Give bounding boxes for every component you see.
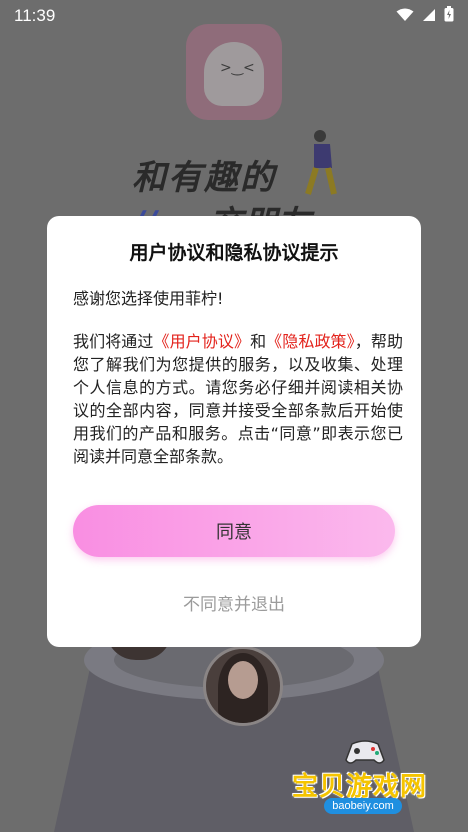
status-bar: 11:39 [0, 0, 468, 32]
privacy-policy-link[interactable]: 《隐私政策》 [266, 332, 355, 351]
privacy-dialog: 用户协议和隐私协议提示 感谢您选择使用菲柠! 我们将通过《用户协议》和《隐私政策… [47, 216, 421, 647]
watermark: 宝贝游戏网 baobeiy.com [292, 738, 442, 822]
signal-icon [422, 7, 436, 26]
status-icons [396, 6, 454, 26]
dialog-title: 用户协议和隐私协议提示 [129, 242, 339, 264]
app-logo: >‿< [186, 24, 282, 120]
gamepad-icon [345, 740, 385, 764]
disagree-exit-button[interactable]: 不同意并退出 [47, 590, 421, 615]
watermark-url: baobeiy.com [324, 798, 402, 814]
user-agreement-link[interactable]: 《用户协议》 [153, 332, 250, 351]
avatar [203, 646, 283, 726]
wifi-icon [396, 7, 414, 26]
battery-icon [444, 6, 454, 26]
agree-button[interactable]: 同意 [73, 505, 395, 557]
running-figure-icon [305, 130, 337, 195]
mascot-face-icon: >‿< [220, 60, 255, 76]
dialog-greeting: 感谢您选择使用菲柠! [73, 289, 224, 308]
status-time: 11:39 [14, 6, 56, 25]
background-slogan: 和有趣的 [132, 158, 276, 198]
dialog-body: 我们将通过《用户协议》和《隐私政策》，帮助您了解我们为您提供的服务，以及收集、处… [73, 332, 403, 466]
ghost-mascot-icon: >‿< [204, 42, 264, 106]
